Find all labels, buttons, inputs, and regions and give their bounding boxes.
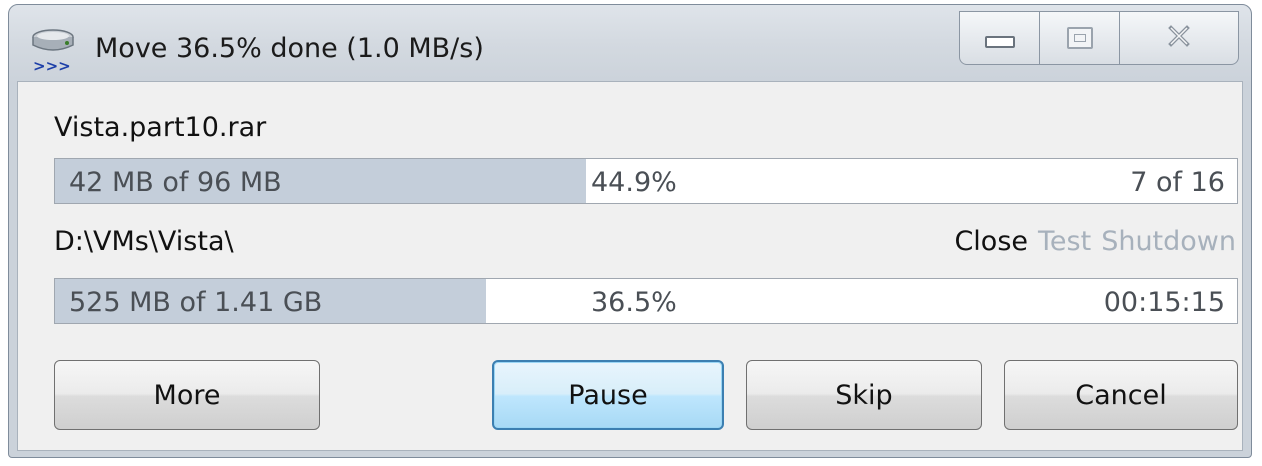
window-title: Move 36.5% done (1.0 MB/s) [95, 33, 484, 64]
after-test-option[interactable]: Test [1038, 226, 1091, 257]
file-progress-percent: 44.9% [591, 167, 677, 198]
file-progress-amount: 42 MB of 96 MB [69, 167, 282, 198]
current-file-name: Vista.part10.rar [54, 112, 267, 143]
dialog-client-area: Vista.part10.rar 42 MB of 96 MB 44.9% 7 … [17, 81, 1243, 451]
drive-move-icon: >>> [27, 23, 87, 75]
close-icon [1168, 25, 1190, 51]
total-progress-amount: 525 MB of 1.41 GB [69, 287, 323, 318]
file-count: 7 of 16 [1130, 167, 1225, 198]
close-window-button[interactable] [1120, 12, 1238, 64]
cancel-button[interactable]: Cancel [1004, 360, 1238, 430]
more-button[interactable]: More [54, 360, 320, 430]
svg-text:>>>: >>> [33, 57, 71, 75]
after-completion-actions: Close Test Shutdown [944, 226, 1236, 257]
after-shutdown-option[interactable]: Shutdown [1101, 226, 1236, 257]
after-close-option[interactable]: Close [954, 226, 1028, 257]
caption-buttons [959, 11, 1239, 65]
file-progress-bar: 42 MB of 96 MB 44.9% 7 of 16 [54, 158, 1238, 204]
total-progress-percent: 36.5% [591, 287, 677, 318]
title-bar[interactable]: >>> Move 36.5% done (1.0 MB/s) [9, 5, 1251, 85]
skip-button[interactable]: Skip [746, 360, 982, 430]
pause-button[interactable]: Pause [492, 360, 724, 430]
time-remaining: 00:15:15 [1103, 287, 1225, 318]
maximize-icon [1066, 27, 1093, 49]
destination-path: D:\VMs\Vista\ [54, 226, 234, 257]
maximize-button[interactable] [1040, 12, 1120, 64]
move-progress-window: >>> Move 36.5% done (1.0 MB/s) Vista.par… [8, 4, 1252, 458]
minimize-button[interactable] [960, 12, 1040, 64]
minimize-icon [984, 28, 1015, 48]
total-progress-bar: 525 MB of 1.41 GB 36.5% 00:15:15 [54, 278, 1238, 324]
